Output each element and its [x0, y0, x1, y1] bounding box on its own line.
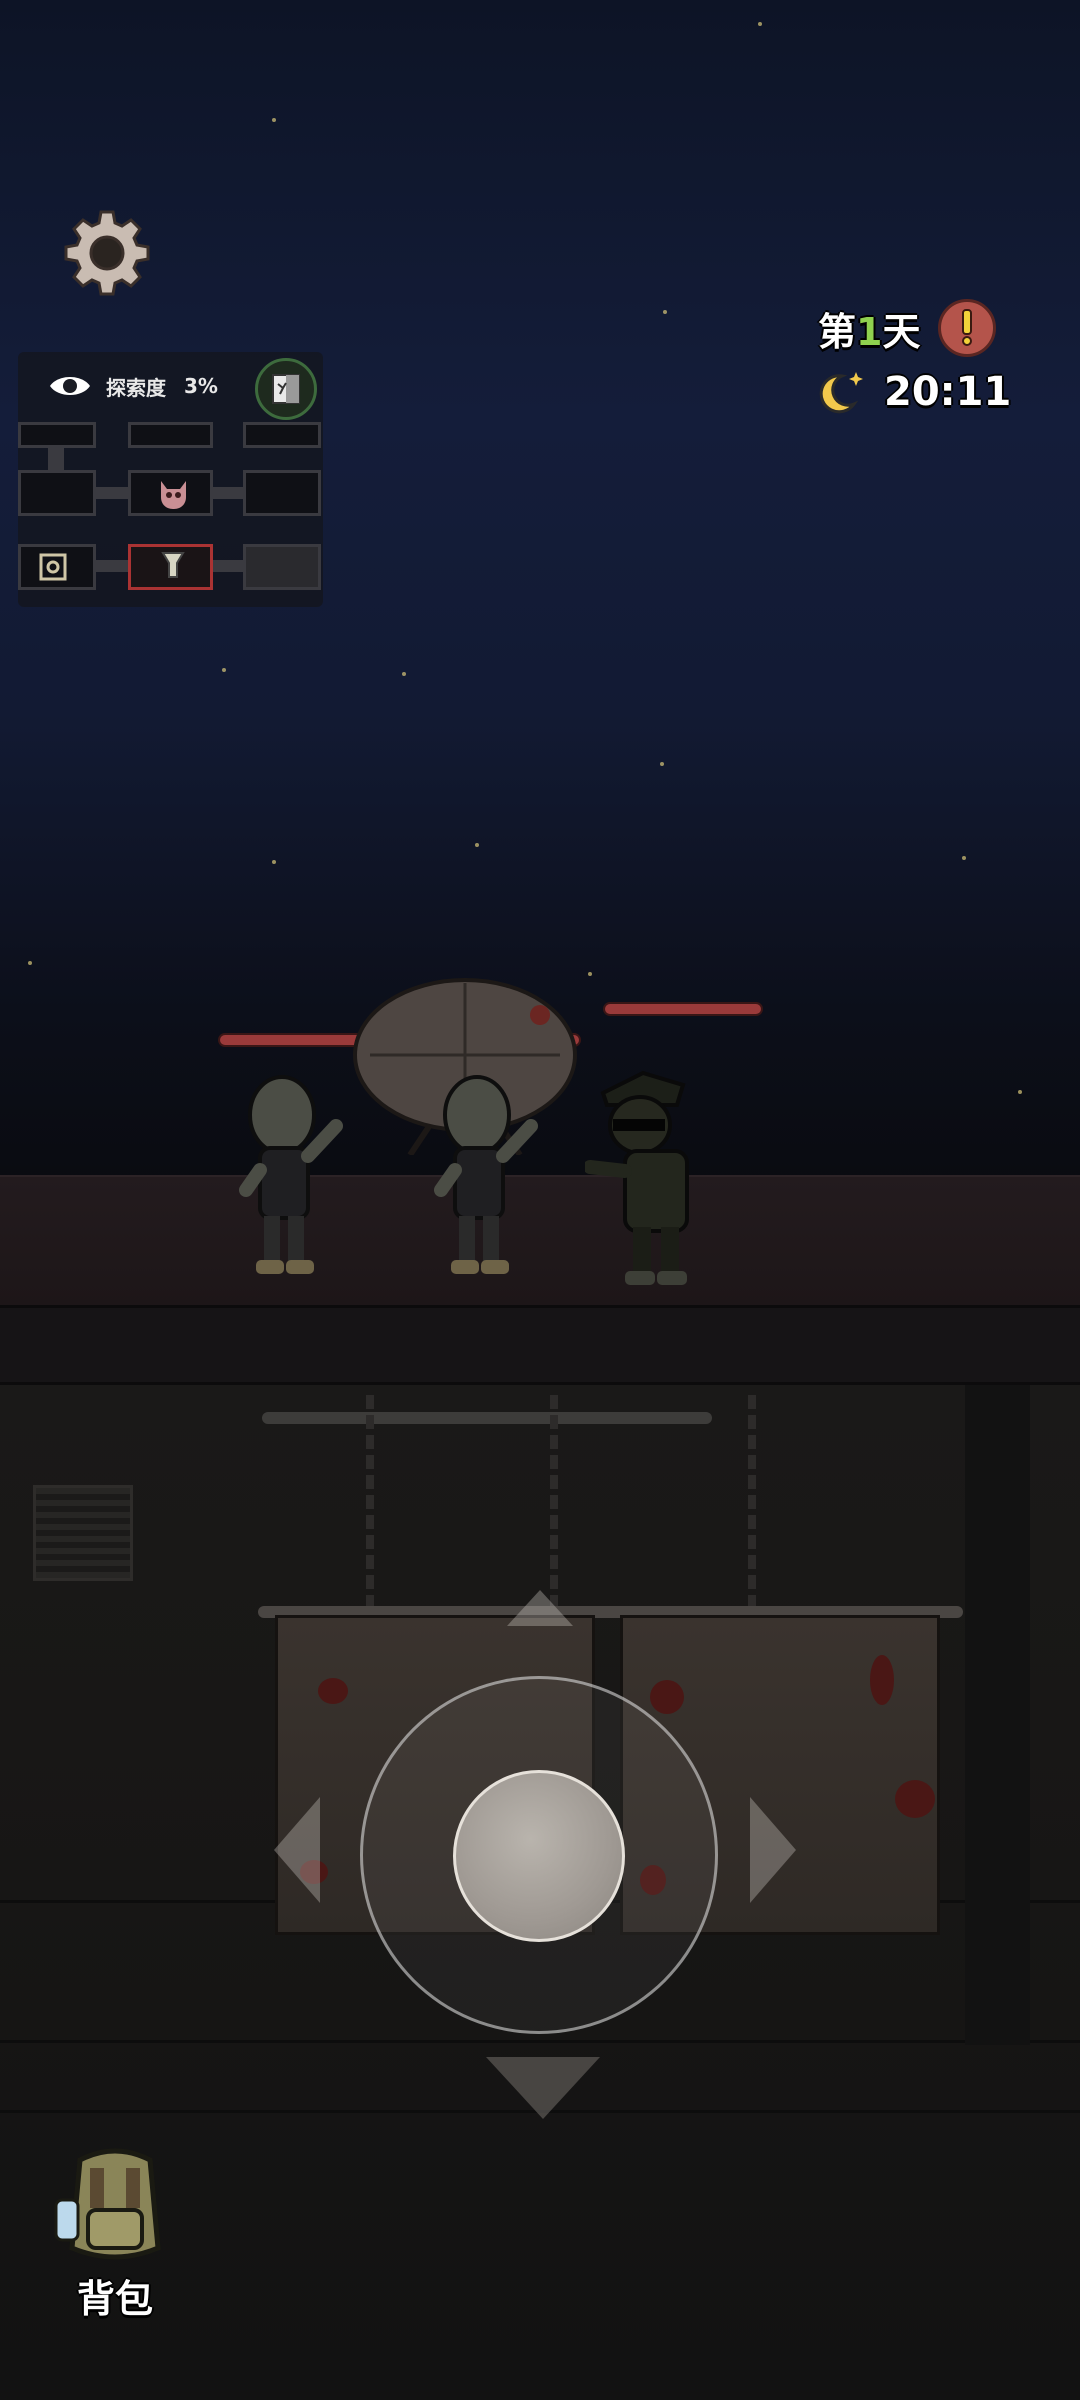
rooftop-edge: [0, 1305, 1080, 1385]
minimap-room: [128, 422, 213, 448]
blood-stain: [870, 1655, 894, 1705]
blood-stain: [650, 1680, 684, 1714]
star: [272, 860, 276, 864]
day-indicator: 第1天: [818, 298, 997, 358]
down-arrow-icon[interactable]: [484, 2055, 602, 2121]
time-indicator: 20:11: [812, 362, 1011, 422]
left-arrow-icon[interactable]: [272, 1795, 322, 1905]
alert-button[interactable]: [938, 299, 997, 357]
day-number: 1: [856, 309, 883, 354]
backpack-label: 背包: [76, 2277, 153, 2321]
minimap-room: [18, 422, 96, 448]
star: [222, 668, 226, 672]
exit-door-icon: [272, 374, 300, 404]
minimap-room: [18, 470, 96, 516]
soldier-enemy[interactable]: [583, 1055, 735, 1295]
star: [1018, 1090, 1022, 1094]
ceiling-lamp: [262, 1412, 712, 1424]
eye-icon: [50, 377, 90, 395]
star: [663, 310, 667, 314]
zombie-enemy[interactable]: [425, 1060, 555, 1280]
minimap-corridor: [213, 487, 243, 499]
star: [588, 972, 592, 976]
minimap-room: [243, 544, 321, 590]
wall-line: [0, 2040, 1080, 2043]
minimap-room: [243, 422, 321, 448]
exploration-label: 探索度: [106, 375, 166, 400]
star: [28, 961, 32, 965]
gear-icon: [64, 210, 150, 296]
enemy-health-bar: [603, 1002, 763, 1016]
exit-button[interactable]: [255, 358, 317, 420]
wall-vent: [33, 1485, 133, 1581]
moon-night-icon: [819, 372, 863, 414]
joystick-icon[interactable]: [453, 1770, 625, 1942]
up-arrow-icon[interactable]: [505, 1588, 575, 1628]
minimap-corridor: [96, 560, 128, 572]
minimap-safe-room: [18, 544, 96, 590]
demon-skull-icon: [161, 481, 186, 509]
right-arrow-icon[interactable]: [748, 1795, 798, 1905]
star: [758, 22, 762, 26]
minimap[interactable]: 探索度 3%: [18, 352, 323, 607]
blood-stain: [318, 1678, 348, 1704]
minimap-room: [243, 470, 321, 516]
exploration-value: 3%: [184, 374, 218, 398]
minimap-boss-room: [128, 470, 213, 516]
pillar: [965, 1385, 1030, 2045]
player-marker-icon: [161, 552, 185, 578]
exploration-indicator: 探索度 3%: [48, 370, 218, 402]
safe-icon: [39, 553, 67, 581]
exclamation-icon: [962, 309, 973, 346]
settings-button[interactable]: [62, 208, 152, 298]
star: [402, 672, 406, 676]
star: [272, 118, 276, 122]
star: [475, 843, 479, 847]
backpack-icon: [54, 2148, 161, 2260]
star: [660, 762, 664, 766]
star: [962, 856, 966, 860]
minimap-current-room: [128, 544, 213, 590]
minimap-corridor: [213, 560, 243, 572]
blood-stain: [895, 1780, 935, 1818]
chain: [550, 1395, 558, 1610]
day-text: 第1天: [818, 309, 921, 354]
minimap-corridor: [48, 448, 64, 470]
chain: [748, 1395, 756, 1610]
game-clock: 20:11: [884, 369, 1012, 415]
zombie-enemy[interactable]: [230, 1060, 360, 1280]
chain: [366, 1395, 374, 1610]
minimap-corridor: [96, 487, 128, 499]
backpack-button[interactable]: 背包: [50, 2140, 180, 2321]
